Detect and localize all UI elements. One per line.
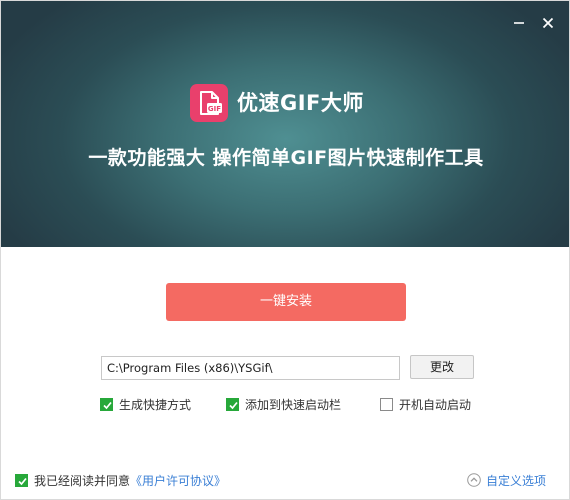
checkbox-checked-icon[interactable] xyxy=(226,397,239,411)
app-name: 优速GIF大师 xyxy=(237,91,364,115)
minimize-button[interactable] xyxy=(509,13,529,33)
checkbox-checked-icon[interactable] xyxy=(15,473,28,487)
gif-file-icon: GIF xyxy=(200,91,222,115)
minimize-icon xyxy=(514,22,524,24)
option-label: 生成快捷方式 xyxy=(119,397,192,412)
header-banner: GIF 优速GIF大师 一款功能强大 操作简单GIF图片快速制作工具 xyxy=(1,1,569,247)
close-button[interactable] xyxy=(538,13,558,33)
custom-options-toggle[interactable]: 自定义选项 xyxy=(467,472,546,488)
close-icon xyxy=(542,17,554,29)
installer-window: GIF 优速GIF大师 一款功能强大 操作简单GIF图片快速制作工具 一键安装 … xyxy=(0,0,570,500)
svg-text:GIF: GIF xyxy=(208,105,221,113)
checkbox-unchecked-icon[interactable] xyxy=(380,397,393,411)
option-quick-launch[interactable]: 添加到快速启动栏 xyxy=(226,396,341,412)
license-agreement: 我已经阅读并同意 《用户许可协议》 xyxy=(15,472,226,488)
license-link[interactable]: 《用户许可协议》 xyxy=(130,472,226,489)
option-label: 添加到快速启动栏 xyxy=(245,397,342,412)
one-click-install-button[interactable]: 一键安装 xyxy=(166,283,406,321)
option-create-shortcut[interactable]: 生成快捷方式 xyxy=(100,396,191,412)
option-auto-start[interactable]: 开机自动启动 xyxy=(380,396,471,412)
app-tagline: 一款功能强大 操作简单GIF图片快速制作工具 xyxy=(88,147,484,169)
checkbox-checked-icon[interactable] xyxy=(100,397,113,411)
app-logo: GIF xyxy=(190,84,228,122)
agree-text: 我已经阅读并同意 xyxy=(34,473,131,488)
option-label: 开机自动启动 xyxy=(399,397,472,412)
change-path-button[interactable]: 更改 xyxy=(410,355,474,379)
custom-options-label: 自定义选项 xyxy=(486,473,547,488)
chevron-up-circle-icon xyxy=(467,473,481,487)
install-path-input[interactable] xyxy=(101,356,400,380)
